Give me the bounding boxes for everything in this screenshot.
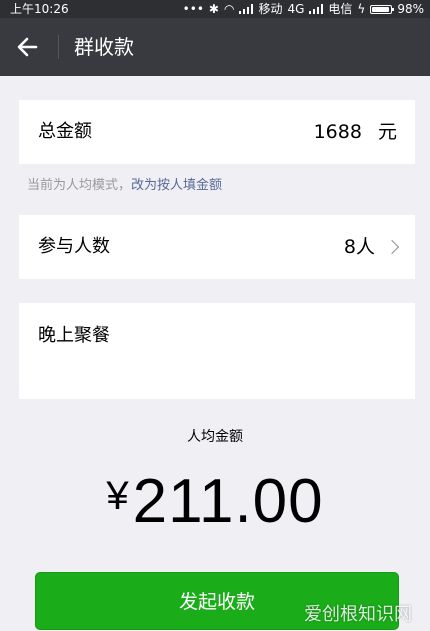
back-arrow-icon — [17, 37, 38, 57]
mode-hint-text: 当前为人均模式， — [27, 178, 132, 193]
carrier-telecom: 电信 — [328, 2, 353, 16]
per-person-amount: ¥211.00 — [0, 466, 430, 537]
participants-value: 8人 — [343, 236, 375, 258]
participants-row[interactable]: 参与人数 8人 — [19, 215, 415, 279]
note-input[interactable]: 晚上聚餐 — [38, 321, 398, 347]
chevron-right-icon — [384, 239, 400, 255]
nav-bar: 群收款 — [0, 18, 430, 76]
total-amount-field[interactable]: 1688 元 — [314, 100, 397, 164]
switch-mode-link[interactable]: 改为按人填金额 — [131, 178, 222, 193]
battery-percent: 98% — [397, 2, 424, 16]
nav-divider — [58, 35, 59, 59]
wifi-icon: ◠ — [223, 2, 235, 16]
per-person-value: 211.00 — [132, 467, 324, 536]
carrier-mobile: 移动 — [258, 2, 283, 16]
total-amount-unit: 元 — [377, 121, 397, 143]
status-indicators: ••• ✱ ◠ 移动 4G 电信 ϟ 98% — [183, 0, 424, 18]
currency-symbol: ¥ — [106, 474, 129, 518]
status-time: 上午10:26 — [10, 2, 69, 16]
mode-hint: 当前为人均模式，改为按人填金额 — [27, 174, 222, 193]
participants-label: 参与人数 — [38, 236, 110, 257]
total-amount-row[interactable]: 总金额 1688 元 — [19, 100, 415, 164]
charging-icon: ϟ — [357, 2, 366, 16]
per-person-label: 人均金额 — [187, 429, 243, 445]
total-amount-value: 1688 — [313, 121, 362, 143]
bluetooth-icon: ✱ — [208, 2, 219, 16]
page-title: 群收款 — [74, 35, 134, 59]
note-card[interactable]: 晚上聚餐 — [19, 303, 415, 399]
signal-icon — [239, 4, 254, 14]
total-amount-label: 总金额 — [38, 121, 92, 142]
status-bar: 上午10:26 ••• ✱ ◠ 移动 4G 电信 ϟ 98% — [0, 0, 430, 18]
battery-icon — [370, 4, 395, 14]
signal-icon-2 — [309, 4, 324, 14]
more-dots-icon: ••• — [182, 2, 204, 16]
back-button[interactable] — [10, 30, 46, 64]
start-collection-button[interactable]: 发起收款 — [35, 572, 399, 630]
network-type: 4G — [287, 2, 305, 16]
participants-value-wrap: 8人 — [343, 215, 400, 279]
